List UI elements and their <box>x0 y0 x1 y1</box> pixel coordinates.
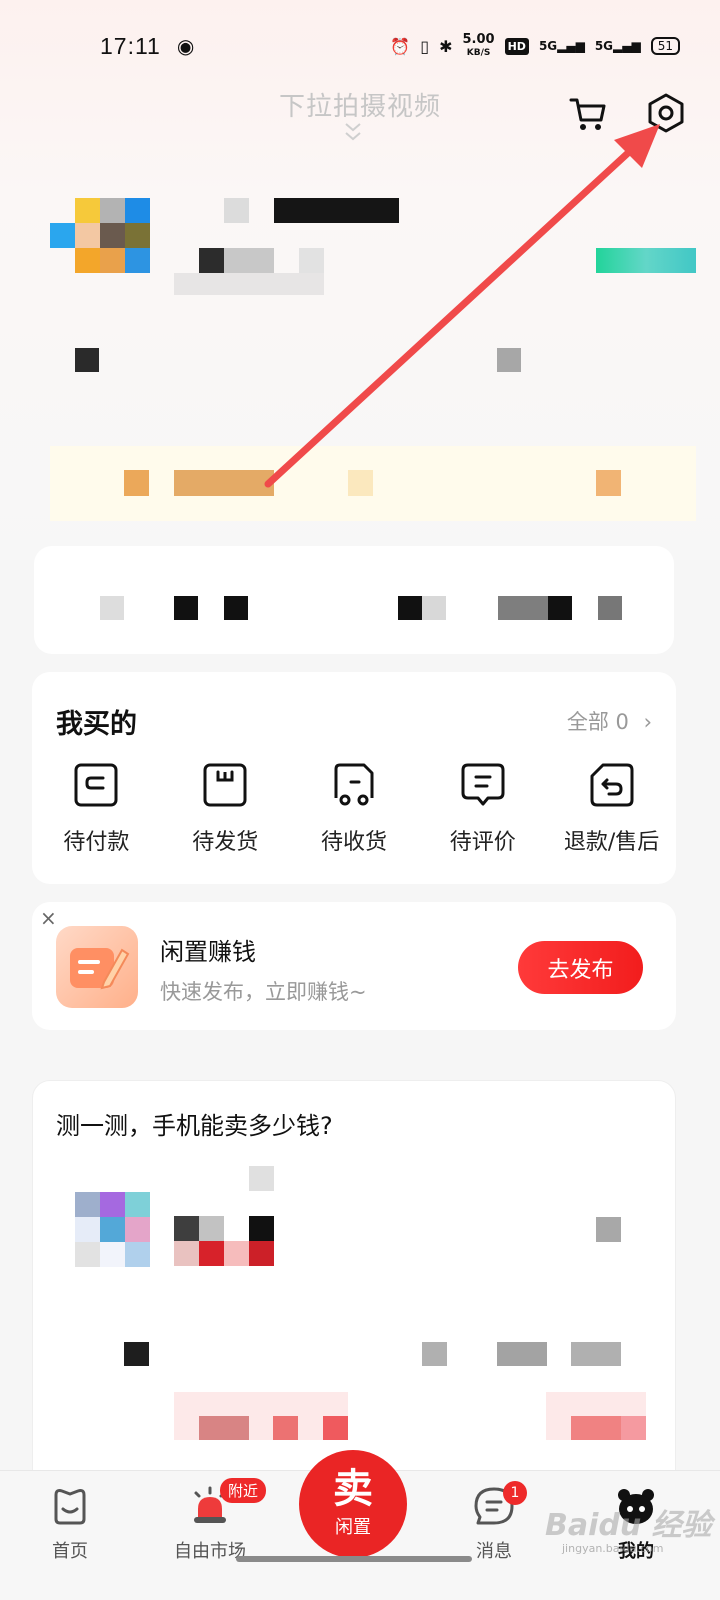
order-pending-shipment-label: 待发货 <box>192 830 259 855</box>
signal-1-label: 5G <box>538 39 558 53</box>
chevron-down-icon <box>345 123 361 141</box>
tab-home[interactable]: 首页 <box>10 1485 130 1563</box>
status-bar: 17:11 ◉ ⏰ ▯ ✱ 5.00 KB/S HD 5G▂▄▆ 5G▂▄▆ 5… <box>0 28 720 64</box>
stat-obscured-1 <box>75 348 99 372</box>
sell-button[interactable]: 卖 闲置 <box>299 1450 407 1558</box>
publish-button[interactable]: 去发布 <box>518 941 643 994</box>
profile-avatar-obscured[interactable] <box>50 198 150 273</box>
order-pending-receipt-label: 待收货 <box>320 830 387 855</box>
weibo-icon: ◉ <box>176 34 195 58</box>
tab-messages-label: 消息 <box>476 1541 512 1562</box>
order-pending-shipment[interactable]: 待发货 <box>161 762 290 856</box>
my-purchases-title: 我买的 <box>56 709 137 740</box>
pull-to-record-hint: 下拉拍摄视频 <box>278 92 441 122</box>
hd-badge: HD <box>504 37 529 55</box>
message-count-badge: 1 <box>503 1481 527 1505</box>
battery-indicator: 51 <box>650 37 680 55</box>
net-speed-value: 5.00 <box>462 31 495 47</box>
order-pending-review-label: 待评价 <box>449 830 516 855</box>
phone-valuation-title: 测一测，手机能卖多少钱? <box>56 1112 333 1140</box>
order-pending-review[interactable]: 待评价 <box>418 762 547 856</box>
profile-name-obscured <box>174 198 399 298</box>
my-purchases-card: 我买的 全部 0 › 待付款 待发货 待收货 待评价 退款/售后 <box>32 672 676 884</box>
bluetooth-icon: ✱ <box>439 36 453 56</box>
net-speed: 5.00 KB/S <box>462 31 495 59</box>
phone-info-obscured <box>174 1166 274 1266</box>
tab-messages[interactable]: 消息 <box>434 1485 554 1563</box>
status-time: 17:11 <box>100 32 161 59</box>
quick-entries-obscured[interactable] <box>34 546 674 654</box>
wallet-icon <box>74 763 118 807</box>
sell-button-label: 卖 <box>333 1466 373 1512</box>
package-icon <box>203 763 247 807</box>
promo-subtitle: 快速发布，立即赚钱~ <box>160 980 367 1004</box>
cart-icon[interactable] <box>568 94 608 134</box>
valuation-options-obscured[interactable] <box>75 1342 647 1440</box>
alarm-icon: ⏰ <box>390 36 411 56</box>
order-refund[interactable]: 退款/售后 <box>547 762 676 856</box>
tab-home-label: 首页 <box>52 1541 88 1562</box>
status-right: ⏰ ▯ ✱ 5.00 KB/S HD 5G▂▄▆ 5G▂▄▆ 51 <box>390 28 680 64</box>
order-refund-label: 退款/售后 <box>563 830 660 855</box>
chevron-right-icon: › <box>643 710 652 734</box>
refund-icon <box>590 763 634 807</box>
baidu-watermark: Baidu 经验 <box>545 1508 712 1543</box>
signal-2: 5G▂▄▆ <box>594 39 641 53</box>
close-icon[interactable]: × <box>40 906 57 930</box>
sell-button-sublabel: 闲置 <box>335 1517 371 1538</box>
baidu-watermark-url: jingyan.baidu.com <box>562 1542 664 1555</box>
home-icon <box>54 1489 86 1525</box>
order-pending-payment-label: 待付款 <box>63 830 130 855</box>
promo-title: 闲置赚钱 <box>160 938 256 966</box>
all-orders-link[interactable]: 全部 0 › <box>567 706 652 736</box>
price-obscured <box>596 1217 621 1242</box>
comment-icon <box>461 763 505 806</box>
profile-tag-obscured[interactable] <box>596 248 696 273</box>
stat-obscured-2 <box>497 348 521 372</box>
signal-1: 5G▂▄▆ <box>538 39 585 53</box>
vibrate-icon: ▯ <box>420 36 430 56</box>
phone-thumbnail-obscured <box>75 1192 150 1267</box>
home-indicator[interactable] <box>236 1556 472 1562</box>
all-orders-label: 全部 0 <box>566 710 629 734</box>
nearby-badge: 附近 <box>220 1478 267 1503</box>
truck-icon <box>334 763 374 806</box>
order-pending-payment[interactable]: 待付款 <box>32 762 161 856</box>
order-status-row: 待付款 待发货 待收货 待评价 退款/售后 <box>32 762 676 856</box>
pencil-note-icon <box>56 926 138 1008</box>
signal-2-label: 5G <box>594 39 614 53</box>
order-pending-receipt[interactable]: 待收货 <box>290 762 419 856</box>
membership-banner-obscured[interactable] <box>50 446 696 521</box>
gear-icon[interactable] <box>645 92 687 134</box>
net-speed-unit: KB/S <box>466 47 491 58</box>
